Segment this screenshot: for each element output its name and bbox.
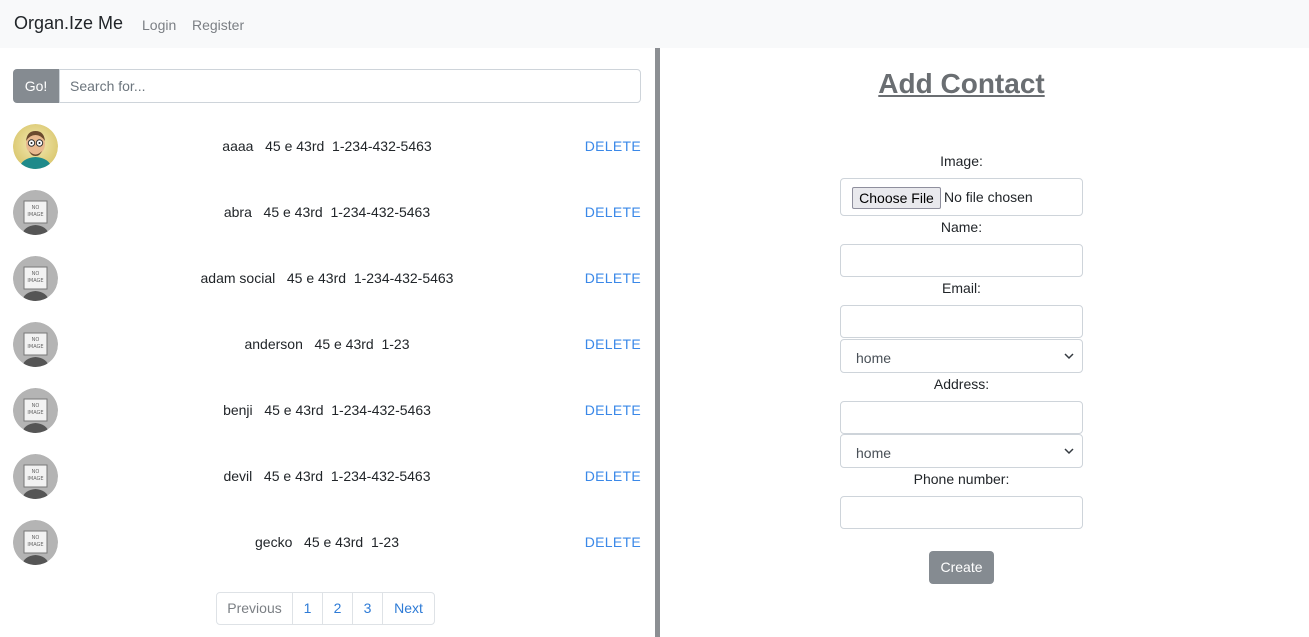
address-type-select[interactable]: home — [840, 434, 1083, 468]
image-file-input[interactable]: Choose File No file chosen — [840, 178, 1083, 216]
phone-input[interactable] — [840, 496, 1083, 529]
svg-text:IMAGE: IMAGE — [27, 212, 43, 218]
contact-row: NO IMAGE devil 45 e 43rd 1-234-432-5463 … — [13, 454, 641, 500]
no-image-avatar-icon: NO IMAGE — [13, 322, 58, 367]
no-image-avatar-icon: NO IMAGE — [13, 520, 58, 565]
contact-info: anderson 45 e 43rd 1-23 — [244, 336, 410, 352]
contact-info: devil 45 e 43rd 1-234-432-5463 — [223, 468, 431, 484]
contact-row: aaaa 45 e 43rd 1-234-432-5463 DELETE — [13, 124, 641, 170]
svg-text:NO: NO — [32, 535, 40, 541]
email-label: Email: — [942, 280, 981, 296]
email-input[interactable] — [840, 305, 1083, 338]
contact-row: NO IMAGE anderson 45 e 43rd 1-23 DELETE — [13, 322, 641, 368]
contact-info: benji 45 e 43rd 1-234-432-5463 — [223, 402, 431, 418]
navbar: Organ.Ize Me Login Register — [0, 0, 1309, 48]
choose-file-button[interactable]: Choose File — [852, 187, 941, 209]
name-input[interactable] — [840, 244, 1083, 277]
cartoon-avatar-icon — [13, 124, 58, 169]
svg-text:IMAGE: IMAGE — [27, 476, 43, 482]
contact-info: abra 45 e 43rd 1-234-432-5463 — [223, 204, 431, 220]
delete-button[interactable]: DELETE — [585, 270, 641, 286]
form-title: Add Contact — [878, 68, 1045, 99]
pagination-next[interactable]: Next — [382, 592, 435, 625]
pagination-page-1[interactable]: 1 — [292, 592, 323, 625]
no-image-avatar-icon: NO IMAGE — [13, 454, 58, 499]
contact-row: NO IMAGE abra 45 e 43rd 1-234-432-5463 D… — [13, 190, 641, 236]
svg-text:IMAGE: IMAGE — [27, 344, 43, 350]
nav-register-link[interactable]: Register — [192, 17, 244, 33]
svg-text:NO: NO — [32, 205, 40, 211]
svg-text:IMAGE: IMAGE — [27, 410, 43, 416]
address-type-value: home — [856, 445, 892, 461]
address-label: Address: — [933, 376, 990, 392]
pagination-page-2[interactable]: 2 — [322, 592, 353, 625]
contact-row: NO IMAGE benji 45 e 43rd 1-234-432-5463 … — [13, 388, 641, 434]
svg-text:NO: NO — [32, 403, 40, 409]
image-label: Image: — [940, 153, 983, 169]
svg-text:IMAGE: IMAGE — [27, 542, 43, 548]
svg-text:NO: NO — [32, 469, 40, 475]
search-go-button[interactable]: Go! — [13, 69, 59, 103]
contact-info: aaaa 45 e 43rd 1-234-432-5463 — [222, 138, 432, 154]
contact-info: adam social 45 e 43rd 1-234-432-5463 — [200, 270, 454, 286]
email-type-select[interactable]: home — [840, 339, 1083, 373]
contact-info: gecko 45 e 43rd 1-23 — [255, 534, 399, 550]
no-image-avatar-icon: NO IMAGE — [13, 388, 58, 433]
chevron-down-icon — [1064, 448, 1074, 455]
delete-button[interactable]: DELETE — [585, 204, 641, 220]
search-input[interactable] — [59, 69, 641, 103]
svg-text:NO: NO — [32, 271, 40, 277]
svg-text:NO: NO — [32, 337, 40, 343]
contact-row: NO IMAGE adam social 45 e 43rd 1-234-432… — [13, 256, 641, 302]
phone-label: Phone number: — [913, 471, 1010, 487]
no-image-avatar-icon: NO IMAGE — [13, 256, 58, 301]
svg-text:IMAGE: IMAGE — [27, 278, 43, 284]
panel-divider — [655, 48, 660, 637]
file-status-text: No file chosen — [944, 189, 1033, 205]
pagination-previous[interactable]: Previous — [216, 592, 293, 625]
address-input[interactable] — [840, 401, 1083, 434]
delete-button[interactable]: DELETE — [585, 138, 641, 154]
create-button[interactable]: Create — [929, 551, 994, 584]
brand-logo[interactable]: Organ.Ize Me — [14, 13, 123, 34]
nav-login-link[interactable]: Login — [142, 17, 176, 33]
delete-button[interactable]: DELETE — [585, 336, 641, 352]
delete-button[interactable]: DELETE — [585, 468, 641, 484]
pagination-page-3[interactable]: 3 — [352, 592, 383, 625]
name-label: Name: — [940, 219, 983, 235]
email-type-value: home — [856, 350, 892, 366]
delete-button[interactable]: DELETE — [585, 402, 641, 418]
delete-button[interactable]: DELETE — [585, 534, 641, 550]
contact-row: NO IMAGE gecko 45 e 43rd 1-23 DELETE — [13, 520, 641, 566]
chevron-down-icon — [1064, 353, 1074, 360]
pagination: Previous 1 2 3 Next — [216, 592, 435, 625]
no-image-avatar-icon: NO IMAGE — [13, 190, 58, 235]
